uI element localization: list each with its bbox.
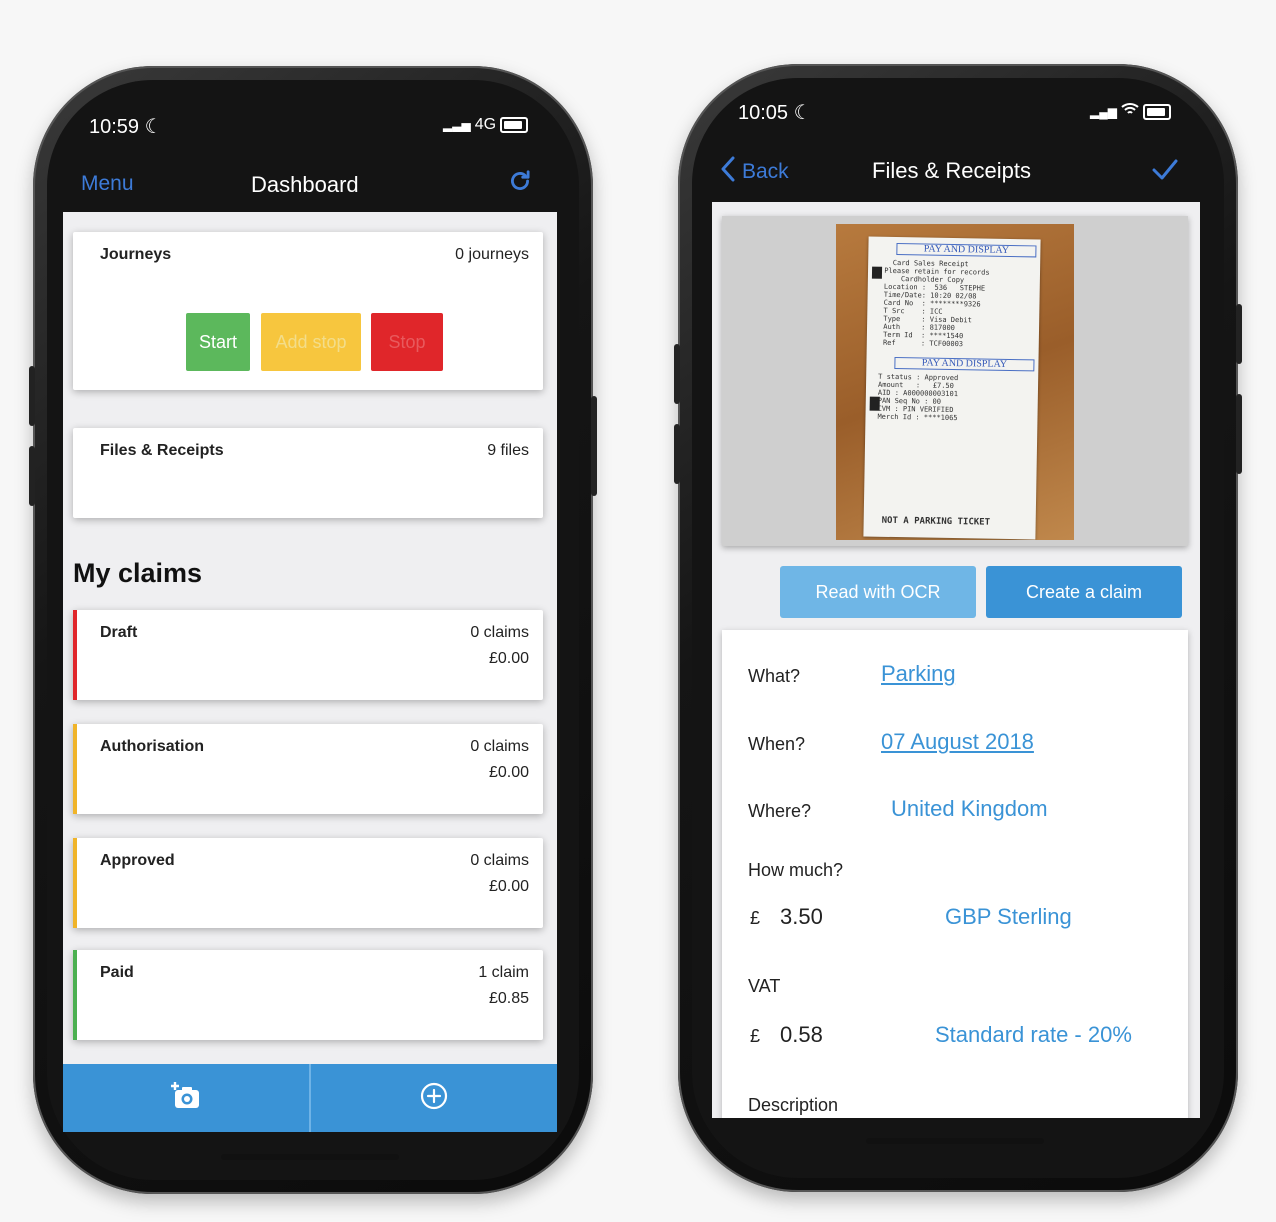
read-ocr-button[interactable]: Read with OCR [780,566,976,618]
right-phone: 10:05 ☾ ▂▄▆ Back Files & Receipts PAY AN… [674,64,1242,1192]
signal-icon: ▂▃▅ [443,118,471,132]
status-stripe [73,838,77,928]
start-button[interactable]: Start [186,313,250,371]
claim-amount: £0.00 [488,650,529,667]
vat-label: VAT [748,976,781,996]
journeys-card[interactable]: Journeys 0 journeys Start Add stop Stop [73,232,543,390]
what-label: What? [748,666,801,686]
moon-icon: ☾ [793,102,812,124]
what-value-link[interactable]: Parking [881,661,956,687]
claim-label: Draft [100,624,138,641]
claim-count: 0 claims [470,624,529,641]
volume-button [674,424,680,484]
claim-card-approved[interactable]: Approved 0 claims £0.00 [73,838,543,928]
when-label: When? [748,734,806,754]
receipt-photo: PAY AND DISPLAY Card Sales Receipt Pleas… [836,224,1074,540]
home-indicator [866,1138,1044,1144]
power-button [1236,304,1242,364]
create-claim-button[interactable]: Create a claim [986,566,1182,618]
my-claims-heading: My claims [73,558,203,588]
receipt-mark [871,266,883,279]
add-claim-button[interactable] [311,1064,557,1132]
receipt-footer: NOT A PARKING TICKET [881,515,991,528]
battery-icon [1142,103,1171,120]
receipt-lines: Card Sales Receipt Please retain for rec… [878,258,990,349]
receipt-image-frame[interactable]: PAY AND DISPLAY Card Sales Receipt Pleas… [722,216,1188,546]
amount-input[interactable]: 3.50 [780,904,823,930]
power-button [591,396,597,496]
battery-icon [500,117,529,133]
page-title: Dashboard [251,172,359,197]
claim-card-paid[interactable]: Paid 1 claim £0.85 [73,950,543,1040]
receipt-paper: PAY AND DISPLAY Card Sales Receipt Pleas… [863,236,1041,540]
claim-amount: £0.00 [488,764,529,781]
receipt-lines: T status : Approved Amount : £7.50 AID :… [877,372,959,423]
how-much-label: How much? [748,860,844,880]
signal-icon: ▂▄▆ [1090,104,1117,119]
status-indicators: ▂▃▅ 4G [443,116,529,134]
stop-button[interactable]: Stop [371,313,443,371]
back-label: Back [742,160,789,183]
receipt-mark [869,396,880,411]
claim-card-authorisation[interactable]: Authorisation 0 claims £0.00 [73,724,543,814]
vat-amount-input[interactable]: 0.58 [780,1022,823,1048]
receipt-details-card: What? Parking When? 07 August 2018 Where… [722,630,1188,1118]
claim-count: 0 claims [470,738,529,755]
claim-amount: £0.85 [488,990,529,1007]
claim-label: Paid [100,964,134,981]
status-time: 10:05 ☾ [738,102,812,124]
where-label: Where? [748,801,812,821]
home-indicator [221,1154,399,1160]
dashboard-screen: Journeys 0 journeys Start Add stop Stop … [63,212,557,1132]
refresh-icon[interactable] [507,168,533,199]
moon-icon: ☾ [144,116,163,138]
vat-currency-symbol: £ [750,1026,761,1046]
status-stripe [73,610,77,700]
add-photo-button[interactable] [63,1064,311,1132]
back-button[interactable]: Back [720,156,789,188]
wifi-icon [1121,102,1139,121]
page-title: Files & Receipts [872,158,1031,183]
volume-button [29,446,35,506]
currency-symbol: £ [750,908,761,928]
files-receipts-screen: PAY AND DISPLAY Card Sales Receipt Pleas… [712,202,1200,1118]
power-button [1236,394,1242,474]
volume-button [674,344,680,404]
status-indicators: ▂▄▆ [1090,102,1171,121]
bottom-tab-bar [63,1064,557,1132]
description-label: Description [748,1095,839,1115]
status-stripe [73,950,77,1040]
add-photo-icon [169,1081,203,1116]
left-phone: 10:59 ☾ ▂▃▅ 4G Menu Dashboard Journeys 0… [29,66,597,1194]
claim-card-draft[interactable]: Draft 0 claims £0.00 [73,610,543,700]
claim-amount: £0.00 [488,878,529,895]
journeys-count: 0 journeys [455,246,529,263]
claim-label: Authorisation [100,738,204,755]
add-stop-button[interactable]: Add stop [261,313,361,371]
claim-count: 1 claim [478,964,529,981]
menu-button[interactable]: Menu [81,172,134,196]
volume-button [29,366,35,426]
claim-label: Approved [100,852,175,869]
status-time: 10:59 ☾ [89,116,163,138]
checkmark-icon[interactable] [1152,158,1178,185]
files-card[interactable]: Files & Receipts 9 files [73,428,543,518]
journeys-title: Journeys [100,246,172,263]
status-stripe [73,724,77,814]
vat-rate-select[interactable]: Standard rate - 20% [935,1022,1132,1048]
where-value[interactable]: United Kingdom [891,796,1048,822]
files-title: Files & Receipts [100,442,224,459]
files-count: 9 files [487,442,529,459]
chevron-left-icon [720,156,736,188]
claim-count: 0 claims [470,852,529,869]
network-label: 4G [474,116,497,133]
when-value-link[interactable]: 07 August 2018 [881,729,1034,755]
add-circle-icon [419,1081,449,1116]
currency-select[interactable]: GBP Sterling [945,904,1072,930]
